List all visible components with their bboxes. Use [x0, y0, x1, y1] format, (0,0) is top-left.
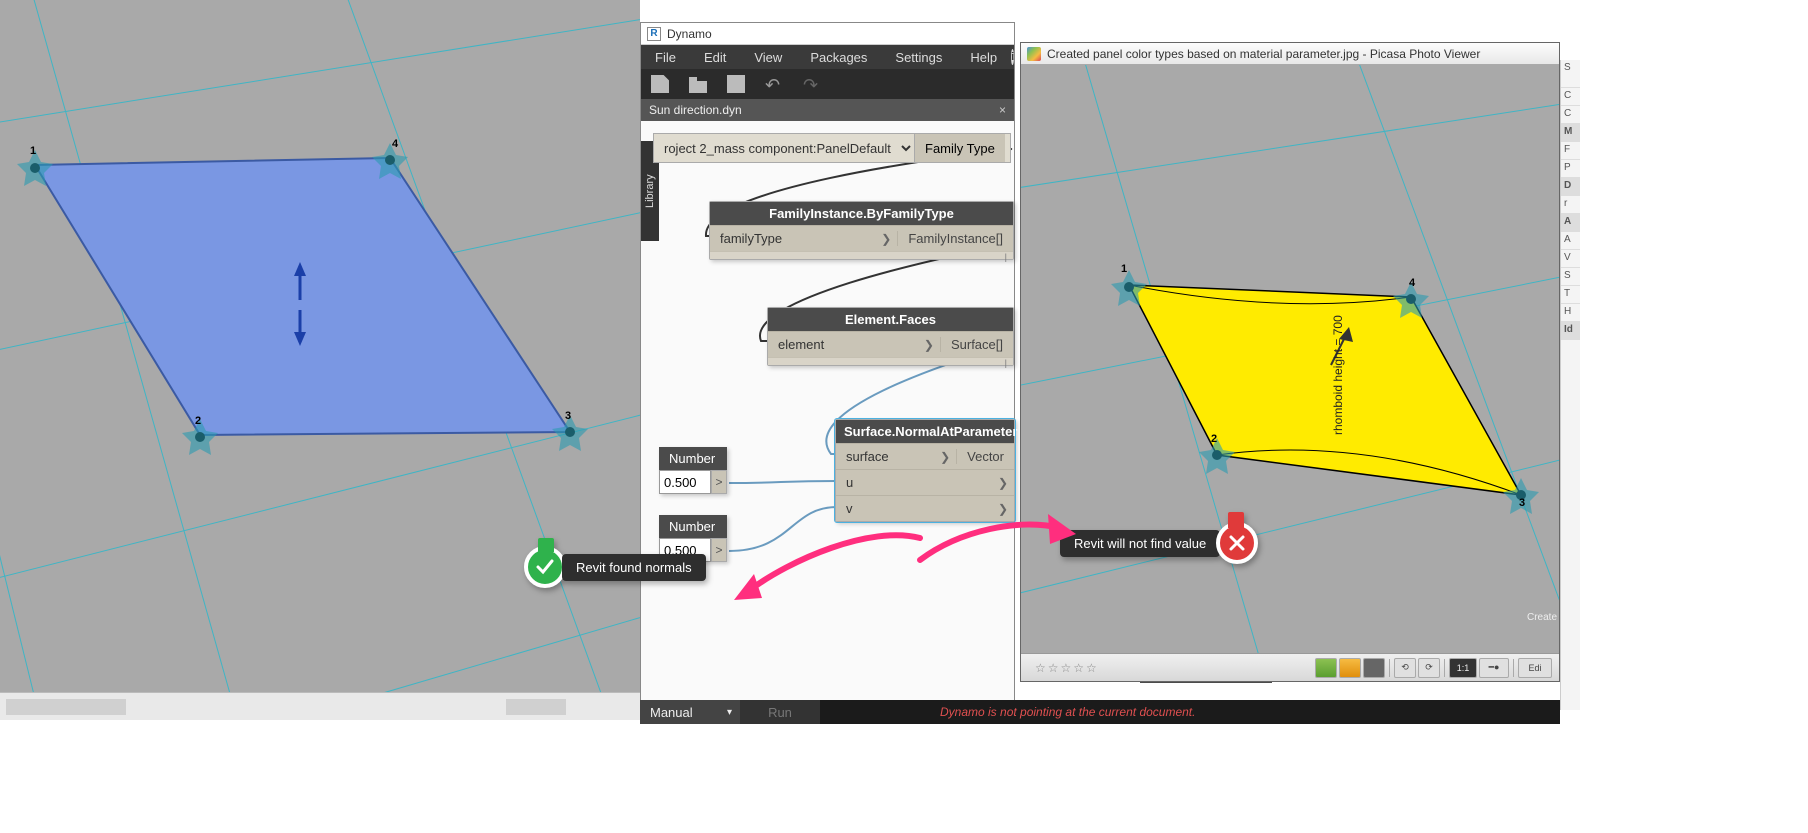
node-element-faces[interactable]: Element.Faces element ❯ Surface[] | [767, 307, 1014, 366]
info-icon[interactable]: i [1011, 49, 1014, 65]
picasa-toolbar: ☆☆☆☆☆ ⟲ ⟳ 1:1 ━● Edi [1021, 653, 1559, 681]
picasa-titlebar[interactable]: Created panel color types based on mater… [1021, 43, 1559, 65]
watermark-label: Create [1527, 612, 1557, 623]
dynamo-footer: Manual Run Dynamo is not pointing at the… [640, 700, 1560, 724]
menu-view[interactable]: View [740, 50, 796, 65]
output-port-surface[interactable]: Surface[] [940, 337, 1013, 352]
dynamo-toolbar [641, 69, 1014, 99]
input-port-familytype[interactable]: familyType [710, 231, 875, 246]
menu-settings[interactable]: Settings [881, 50, 956, 65]
family-type-dropdown[interactable]: roject 2_mass component:PanelDefault [654, 134, 914, 162]
menu-packages[interactable]: Packages [796, 50, 881, 65]
dynamo-file-tab[interactable]: Sun direction.dyn × [641, 99, 1014, 121]
run-button[interactable]: Run [740, 700, 820, 724]
output-port-vector[interactable]: Vector [956, 449, 1014, 464]
revit-r-icon: R [647, 27, 661, 41]
edit-button[interactable]: Edi [1518, 658, 1552, 678]
vertex-label: 2 [195, 415, 201, 427]
input-port-surface[interactable]: surface [836, 449, 934, 464]
chevron-right-icon: ❯ [875, 232, 897, 246]
rotate-right-icon[interactable]: ⟳ [1418, 658, 1440, 678]
picasa-window: Created panel color types based on mater… [1020, 42, 1560, 682]
chevron-right-icon: ❯ [992, 476, 1014, 490]
picasa-title: Created panel color types based on mater… [1047, 47, 1480, 61]
family-types-node: roject 2_mass component:PanelDefault Fam… [653, 133, 1011, 163]
open-file-icon[interactable] [689, 75, 707, 93]
chevron-right-icon: ❯ [992, 502, 1014, 516]
check-icon [524, 546, 566, 588]
input-port-v[interactable]: v [836, 501, 992, 516]
redo-icon[interactable] [803, 75, 821, 93]
dynamo-canvas[interactable]: Library roject 2_mass component:PanelDef… [641, 121, 1014, 701]
rotate-left-icon[interactable]: ⟲ [1394, 658, 1416, 678]
dynamo-title: Dynamo [667, 27, 712, 41]
node-header: FamilyInstance.ByFamilyType [710, 202, 1013, 225]
statusbar-icons[interactable] [6, 699, 126, 715]
vertex-label: 4 [392, 138, 398, 150]
save-file-icon[interactable] [727, 75, 745, 93]
node-header: Number [659, 515, 727, 538]
run-mode-dropdown[interactable]: Manual [640, 700, 740, 724]
picasa-viewport[interactable]: 1 4 2 3 rhomboid height = 700 Create [1021, 65, 1559, 653]
star-rating[interactable]: ☆☆☆☆☆ [1035, 661, 1099, 675]
callout-success: Revit found normals [524, 546, 702, 588]
dynamo-window: R Dynamo File Edit View Packages Setting… [640, 22, 1015, 722]
file-tab-label: Sun direction.dyn [649, 103, 742, 117]
output-port[interactable]: > [711, 470, 727, 494]
zoom-slider[interactable]: ━● [1479, 658, 1509, 678]
chevron-right-icon: ❯ [934, 450, 956, 464]
dimension-annotation: rhomboid height = 700 [1331, 315, 1345, 435]
callout-error: Revit will not find value [1064, 522, 1258, 564]
output-port-familyinstance[interactable]: FamilyInstance[] [897, 231, 1013, 246]
number-input[interactable] [659, 470, 711, 494]
family-type-output-port[interactable]: Family Type [914, 134, 1005, 162]
thumb-icon[interactable] [1315, 658, 1337, 678]
x-icon [1216, 522, 1258, 564]
callout-text: Revit found normals [562, 554, 706, 581]
menu-file[interactable]: File [641, 50, 690, 65]
input-port-u[interactable]: u [836, 475, 992, 490]
chevron-right-icon: ❯ [918, 338, 940, 352]
node-surface-normalatparameter[interactable]: Surface.NormalAtParameter surface ❯ Vect… [835, 419, 1015, 522]
zoom-1-1-button[interactable]: 1:1 [1449, 658, 1477, 678]
callout-text: Revit will not find value [1060, 530, 1220, 557]
node-header: Number [659, 447, 727, 470]
thumb-icon[interactable] [1363, 658, 1385, 678]
vertex-label: 1 [30, 145, 36, 157]
dynamo-titlebar[interactable]: R Dynamo [641, 23, 1014, 45]
new-file-icon[interactable] [651, 75, 669, 93]
node-header: Surface.NormalAtParameter [836, 420, 1014, 443]
revit-left-viewport[interactable]: 1 4 2 3 [0, 0, 640, 720]
search-field[interactable]: S [1561, 60, 1580, 88]
node-familyinstance-byfamilytype[interactable]: FamilyInstance.ByFamilyType familyType ❯… [709, 201, 1014, 260]
node-number-u[interactable]: Number > [659, 447, 727, 494]
menu-edit[interactable]: Edit [690, 50, 740, 65]
thumb-icon[interactable] [1339, 658, 1361, 678]
revit-statusbar [0, 692, 640, 720]
footer-status-message: Dynamo is not pointing at the current do… [940, 705, 1195, 719]
menu-help[interactable]: Help [956, 50, 1011, 65]
vertex-label: 3 [565, 410, 571, 422]
output-port[interactable]: > [711, 538, 727, 562]
input-port-element[interactable]: element [768, 337, 918, 352]
close-tab-icon[interactable]: × [999, 103, 1006, 117]
statusbar-right[interactable] [506, 699, 566, 715]
node-header: Element.Faces [768, 308, 1013, 331]
dynamo-menubar: File Edit View Packages Settings Help i [641, 45, 1014, 69]
picasa-icon [1027, 47, 1041, 61]
properties-panel-cropped[interactable]: S C C M F P D r A A V S T H Id [1560, 60, 1580, 710]
undo-icon[interactable] [765, 75, 783, 93]
